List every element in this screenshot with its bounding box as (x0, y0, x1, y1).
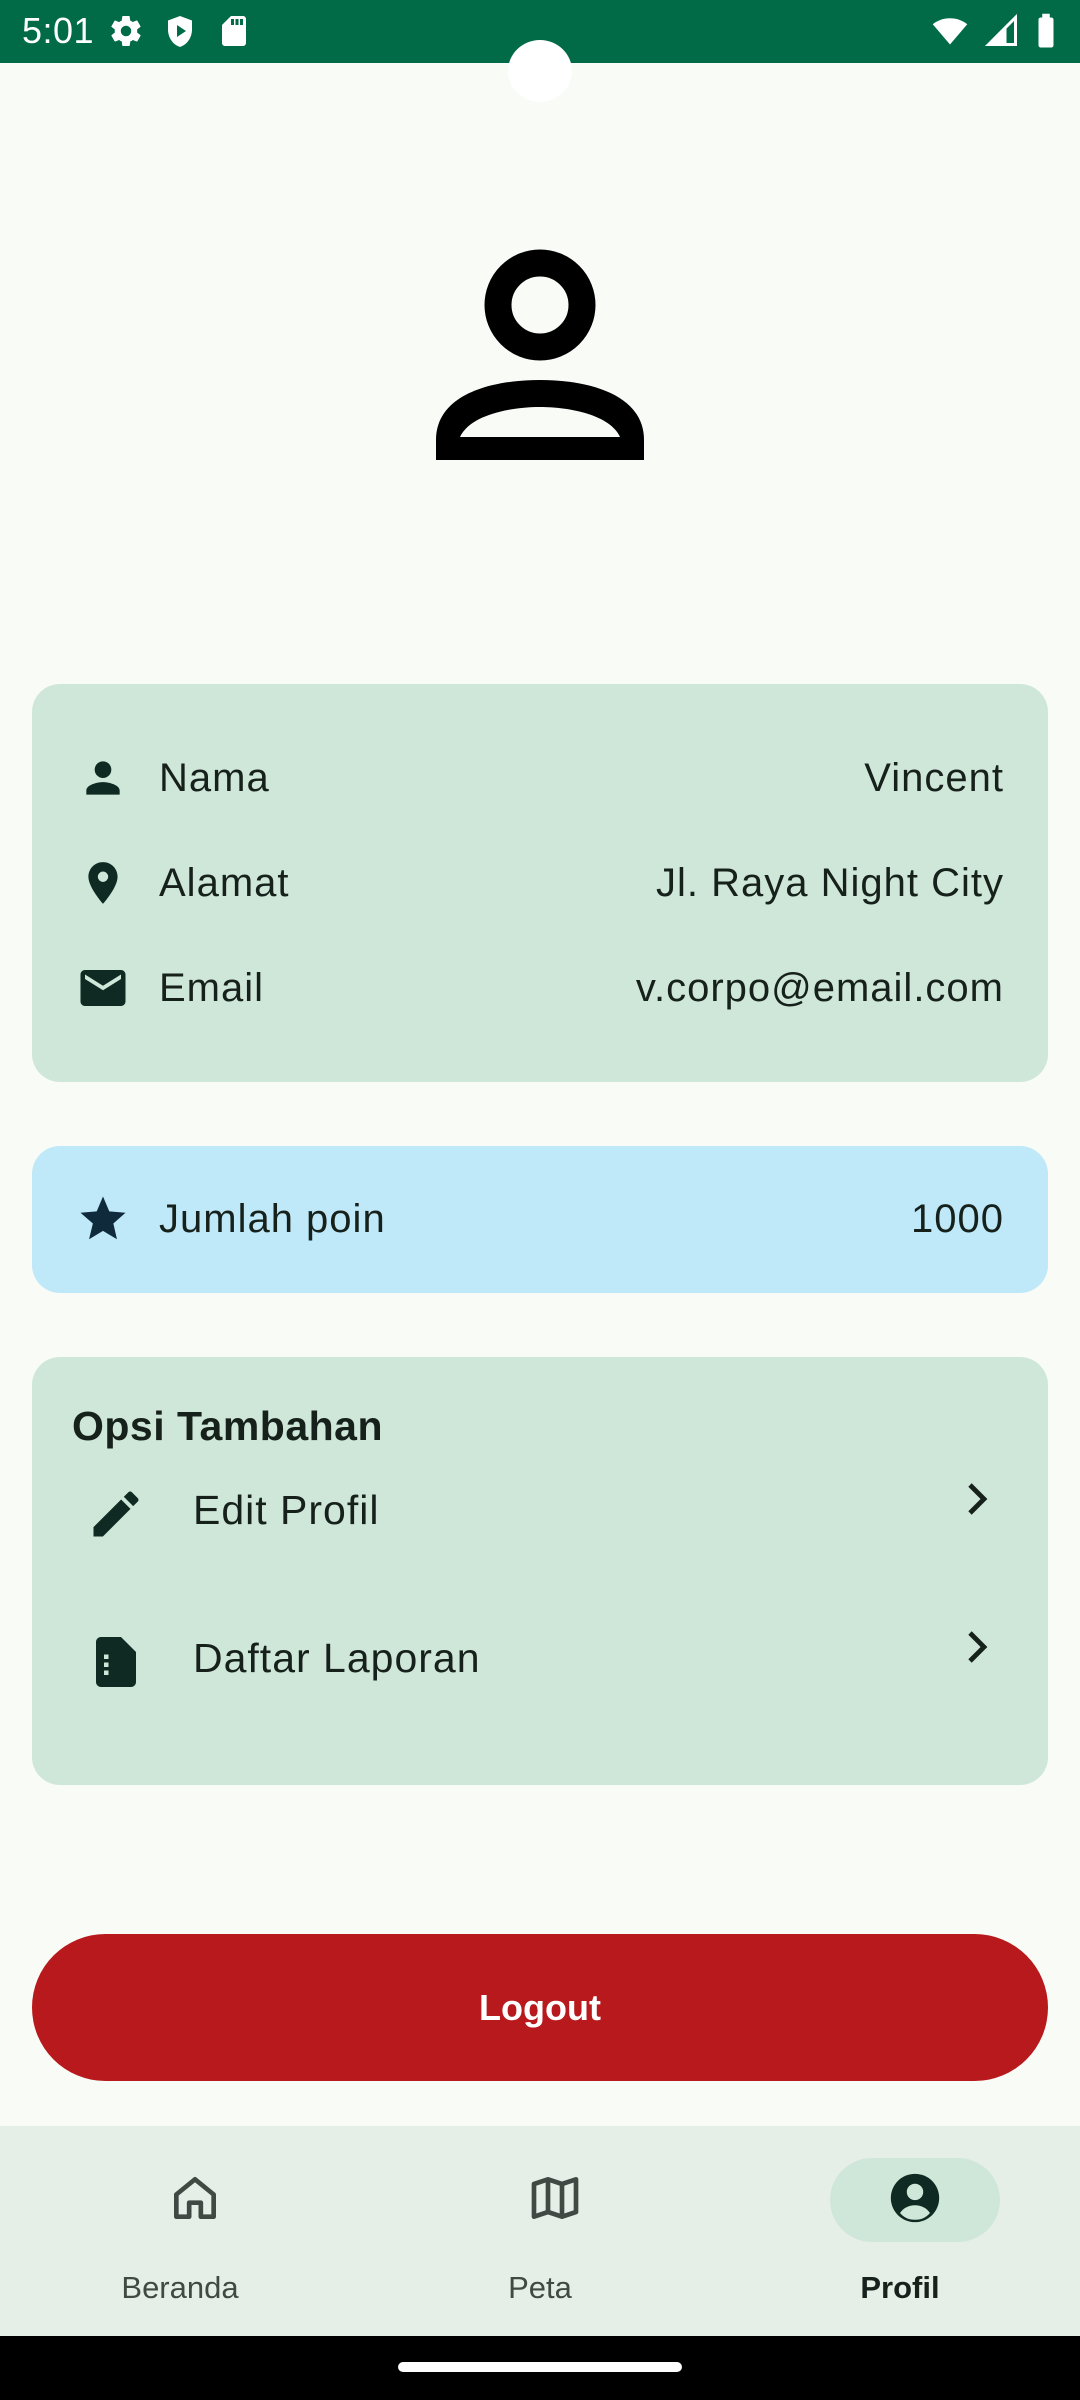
points-value: 1000 (911, 1196, 1004, 1241)
points-card: Jumlah poin 1000 (32, 1146, 1048, 1293)
profile-info-card: Nama Vincent Alamat Jl. Raya Night City … (32, 684, 1048, 1082)
info-label: Alamat (159, 860, 290, 905)
star-icon (76, 1192, 130, 1246)
location-pin-icon (76, 856, 130, 910)
chevron-right-icon (952, 1623, 1000, 1671)
nav-label: Peta (508, 2270, 572, 2305)
account-circle-icon (886, 2169, 944, 2232)
info-row-name: Nama Vincent (32, 743, 1048, 813)
camera-cutout (508, 40, 572, 102)
pencil-icon (84, 1482, 148, 1546)
info-label: Email (159, 965, 265, 1010)
points-label: Jumlah poin (159, 1196, 386, 1241)
sd-card-icon (216, 13, 252, 54)
status-time: 5:01 (22, 10, 95, 51)
info-value: v.corpo@email.com (635, 965, 1004, 1010)
option-label: Daftar Laporan (193, 1635, 481, 1681)
nav-item-peta[interactable]: Peta (360, 2126, 720, 2336)
options-card: Opsi Tambahan Edit Profil Daftar Laporan (32, 1357, 1048, 1785)
points-row: Jumlah poin 1000 (32, 1184, 1048, 1254)
wifi-icon (930, 13, 970, 54)
battery-icon (1034, 13, 1058, 54)
settings-icon (108, 13, 144, 54)
map-icon (527, 2170, 583, 2231)
home-icon (167, 2170, 223, 2231)
logout-button[interactable]: Logout (32, 1934, 1048, 2081)
person-outline-icon (430, 245, 650, 465)
mail-icon (76, 961, 130, 1015)
nav-item-beranda[interactable]: Beranda (0, 2126, 360, 2336)
edit-profile-option[interactable]: Edit Profil (32, 1457, 1048, 1567)
gesture-handle[interactable] (398, 2362, 682, 2372)
info-row-address: Alamat Jl. Raya Night City (32, 848, 1048, 918)
nav-label: Profil (860, 2270, 940, 2305)
nav-pill (470, 2158, 640, 2242)
chevron-right-icon (952, 1475, 1000, 1523)
info-label: Nama (159, 755, 270, 800)
shield-play-icon (162, 13, 198, 54)
document-icon (84, 1630, 148, 1694)
nav-item-profil[interactable]: Profil (720, 2126, 1080, 2336)
status-icons-left (108, 13, 252, 54)
gesture-bar-area (0, 2336, 1080, 2400)
person-icon (76, 751, 130, 805)
info-row-email: Email v.corpo@email.com (32, 953, 1048, 1023)
nav-pill-active (830, 2158, 1000, 2242)
report-list-option[interactable]: Daftar Laporan (32, 1605, 1048, 1715)
info-value: Vincent (864, 755, 1004, 800)
info-value: Jl. Raya Night City (656, 860, 1004, 905)
option-label: Edit Profil (193, 1487, 380, 1533)
nav-label: Beranda (121, 2270, 239, 2305)
signal-icon (984, 13, 1020, 54)
status-icons-right (930, 13, 1058, 54)
options-title: Opsi Tambahan (72, 1403, 384, 1449)
profile-screen: 5:01 Nama Vincent Alamat Jl. Raya Night … (0, 0, 1080, 2400)
bottom-navigation: Beranda Peta Profil (0, 2126, 1080, 2336)
nav-pill (110, 2158, 280, 2242)
